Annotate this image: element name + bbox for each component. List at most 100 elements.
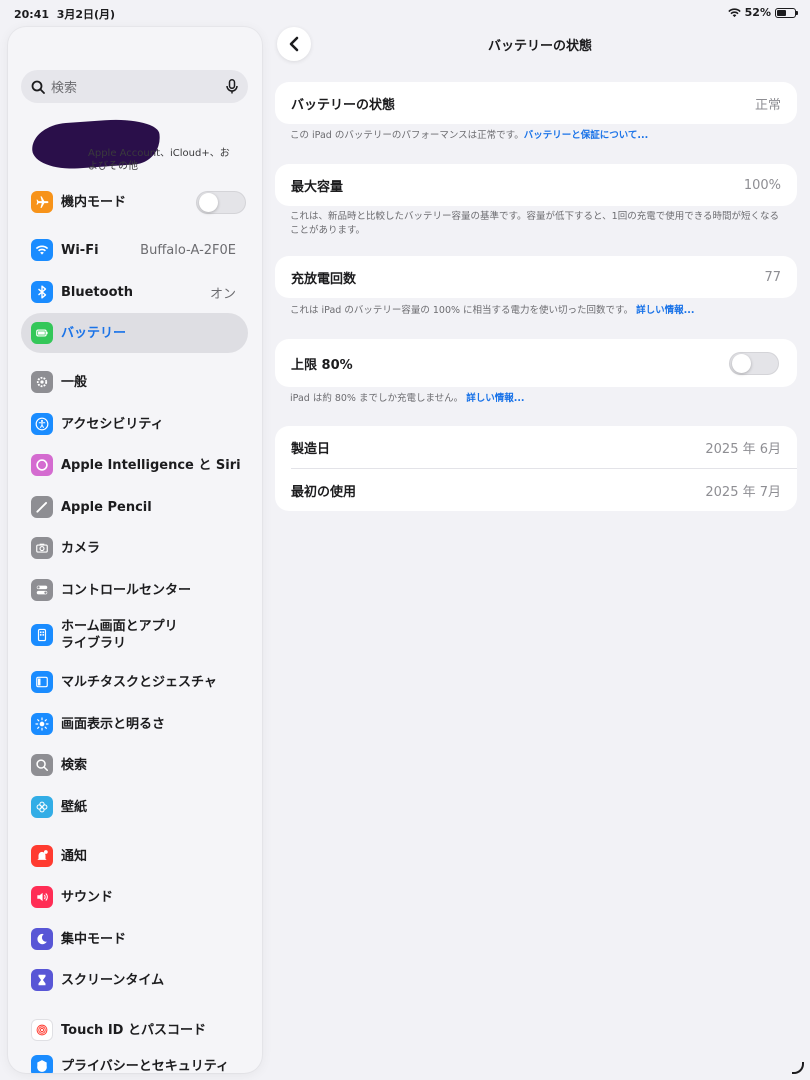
sidebar-item-search[interactable]: 検索 [21,745,248,785]
battery-health-value: 正常 [754,97,781,113]
status-time-date: 20:41 3月2日(月) [14,6,115,22]
cycle-count-value: 77 [764,269,781,285]
charge-limit-card: 上限 80% [275,339,797,387]
moon-icon [31,928,53,950]
max-capacity-card: 最大容量 100% [275,164,797,206]
sidebar-item-label: 機内モード [61,194,127,210]
camera-icon [31,537,53,559]
status-right: 52% [727,6,798,19]
wifi-icon [31,239,53,261]
apple-account[interactable]: Apple Account、iCloud+、およびその他 [28,116,248,177]
sidebar-item-label: 画面表示と明るさ [61,716,166,732]
airplane-mode-toggle[interactable] [196,190,246,214]
battery-health-card[interactable]: バッテリーの状態 正常 [275,82,797,124]
battery-percent: 52% [744,6,771,19]
first-use-label: 最初の使用 [291,484,357,500]
sidebar-item-label: プライバシーとセキュリティ [61,1058,229,1074]
sidebar-item-label: Apple Pencil [61,499,152,515]
sidebar-item-camera[interactable]: カメラ [21,528,248,568]
brightness-icon [31,713,53,735]
settings-sidebar: 検索 Apple Account、iCloud+、およびその他 機内モード Wi-… [8,27,262,1073]
battery-health-note: この iPad のバッテリーのパフォーマンスは正常です。バッテリーと保証について… [290,129,780,143]
sidebar-item-label: Apple Intelligence と Siri [61,457,241,473]
sidebar-item-airplane[interactable]: 機内モード [21,182,248,222]
cycle-count-card: 充放電回数 77 [275,256,797,298]
sidebar-item-label: マルチタスクとジェスチャ [61,674,217,690]
sidebar-item-wifi[interactable]: Wi-Fi Buffalo-A-2F0E [21,230,248,270]
wifi-icon [727,7,741,17]
battery-warranty-link[interactable]: バッテリーと保証について... [524,130,649,141]
sidebar-item-label: 集中モード [61,931,127,947]
sidebar-item-gear[interactable]: 一般 [21,362,248,402]
search-bar[interactable]: 検索 [21,70,248,103]
sidebar-item-wallpaper[interactable]: 壁紙 [21,787,248,827]
fingerprint-icon [31,1019,53,1041]
sound-icon [31,886,53,908]
sidebar-item-bluetooth[interactable]: Bluetooth オン [21,272,248,312]
sidebar-item-battery[interactable]: バッテリー [21,313,248,353]
airplane-icon [31,191,53,213]
corner-indicator [792,1062,804,1074]
sidebar-item-multitask[interactable]: マルチタスクとジェスチャ [21,662,248,702]
notification-icon [31,845,53,867]
battery-icon [31,322,53,344]
sidebar-item-notification[interactable]: 通知 [21,836,248,876]
sidebar-item-label: スクリーンタイム [61,972,165,988]
sidebar-item-label: コントロールセンター [61,582,192,598]
max-capacity-note: これは、新品時と比較したバッテリー容量の基準です。容量が低下すると、1回の充電で… [290,211,780,236]
siri-icon [31,454,53,476]
battery-status-icon [775,7,798,18]
pencil-icon [31,496,53,518]
cycle-count-more-info-link[interactable]: 詳しい情報... [636,305,694,316]
manufacture-date-value: 2025 年 6月 [705,441,781,457]
cycle-count-note-text: これは iPad のバッテリー容量の 100% に相当する電力を使い切った回数で… [290,305,634,316]
privacy-icon [31,1055,53,1073]
status-date: 3月2日(月) [56,8,116,21]
sidebar-item-label: カメラ [61,540,101,556]
search-icon [31,80,45,94]
sidebar-item-privacy[interactable]: プライバシーとセキュリティ [21,1046,248,1073]
battery-health-label: バッテリーの状態 [291,97,396,113]
dates-card: 製造日 2025 年 6月 最初の使用 2025 年 7月 [275,426,797,511]
sidebar-item-label: サウンド [61,889,114,905]
hourglass-icon [31,969,53,991]
max-capacity-label: 最大容量 [291,179,344,195]
charge-limit-label: 上限 80% [291,357,353,373]
wallpaper-icon [31,796,53,818]
sidebar-item-label: Touch ID とパスコード [61,1022,206,1038]
status-bar: 20:41 3月2日(月) 52% [0,0,810,26]
charge-limit-note: iPad は約 80% までしか充電しません。 詳しい情報... [290,392,780,406]
sidebar-item-value: Buffalo-A-2F0E [140,242,236,258]
cycle-count-note: これは iPad のバッテリー容量の 100% に相当する電力を使い切った回数で… [290,304,780,318]
charge-limit-more-info-link[interactable]: 詳しい情報... [466,393,524,404]
sidebar-item-siri[interactable]: Apple Intelligence と Siri [21,445,248,485]
sidebar-item-pencil[interactable]: Apple Pencil [21,487,248,527]
sidebar-item-label: 一般 [61,374,88,390]
microphone-icon[interactable] [226,79,238,94]
cycle-count-label: 充放電回数 [291,271,357,287]
control-center-icon [31,579,53,601]
charge-limit-toggle[interactable] [729,351,779,375]
sidebar-item-control-center[interactable]: コントロールセンター [21,570,248,610]
sidebar-item-label: 壁紙 [61,799,88,815]
manufacture-date-label: 製造日 [291,441,331,457]
multitask-icon [31,671,53,693]
page-title: バッテリーの状態 [487,39,592,54]
sidebar-item-home-screen[interactable]: ホーム画面とアプリ ライブラリ [21,615,248,655]
account-subtitle: Apple Account、iCloud+、およびその他 [88,148,230,172]
battery-health-note-text: この iPad のバッテリーのパフォーマンスは正常です。 [290,130,524,141]
sidebar-item-sound[interactable]: サウンド [21,877,248,917]
status-time: 20:41 [14,8,50,21]
sidebar-item-moon[interactable]: 集中モード [21,919,248,959]
max-capacity-value: 100% [743,177,781,193]
sidebar-item-label: バッテリー [61,325,127,341]
sidebar-item-brightness[interactable]: 画面表示と明るさ [21,704,248,744]
gear-icon [31,371,53,393]
sidebar-item-label: ホーム画面とアプリ ライブラリ [61,619,178,651]
sidebar-item-fingerprint[interactable]: Touch ID とパスコード [21,1010,248,1050]
search-icon [31,754,53,776]
sidebar-item-hourglass[interactable]: スクリーンタイム [21,960,248,1000]
bluetooth-icon [31,281,53,303]
sidebar-item-accessibility[interactable]: アクセシビリティ [21,404,248,444]
sidebar-item-label: 通知 [61,848,88,864]
